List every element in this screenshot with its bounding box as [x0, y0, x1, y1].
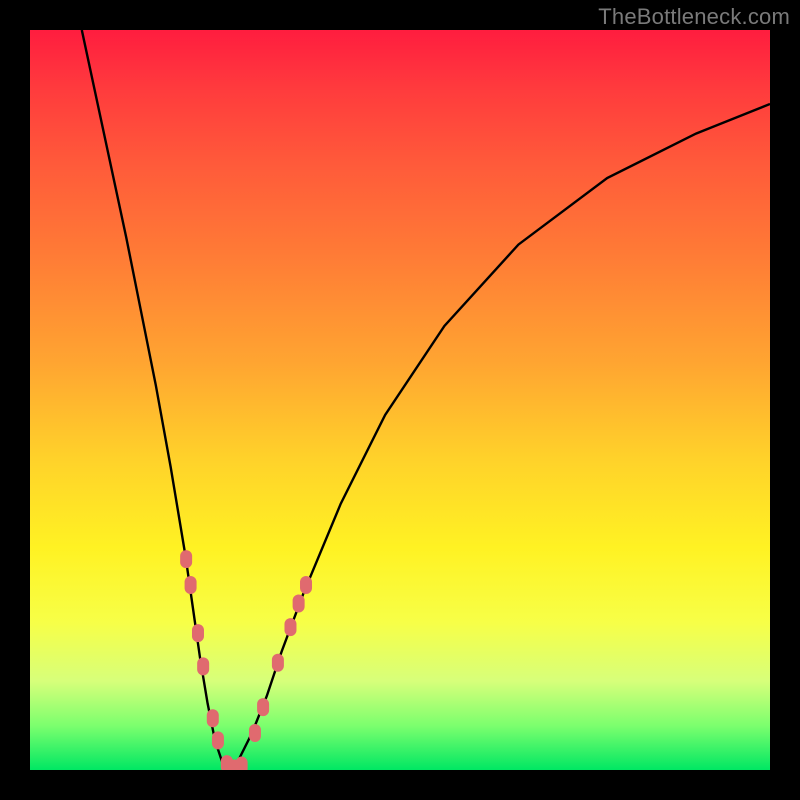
- marker-dot: [236, 757, 248, 770]
- curve-left: [82, 30, 230, 770]
- marker-dot: [192, 624, 204, 642]
- marker-dot: [207, 709, 219, 727]
- marker-dot: [180, 550, 192, 568]
- marker-dot: [257, 698, 269, 716]
- left-branch-path: [82, 30, 230, 770]
- marker-dot: [249, 724, 261, 742]
- marker-dot: [284, 618, 296, 636]
- marker-dot: [197, 657, 209, 675]
- marker-dot: [212, 731, 224, 749]
- watermark-text: TheBottleneck.com: [598, 4, 790, 30]
- marker-dot: [272, 654, 284, 672]
- chart-svg: [30, 30, 770, 770]
- curve-right: [230, 104, 770, 770]
- marker-dot: [293, 595, 305, 613]
- plot-area: [30, 30, 770, 770]
- marker-dot: [185, 576, 197, 594]
- chart-frame: TheBottleneck.com: [0, 0, 800, 800]
- right-branch-path: [230, 104, 770, 770]
- markers-group: [180, 550, 312, 770]
- marker-dot: [300, 576, 312, 594]
